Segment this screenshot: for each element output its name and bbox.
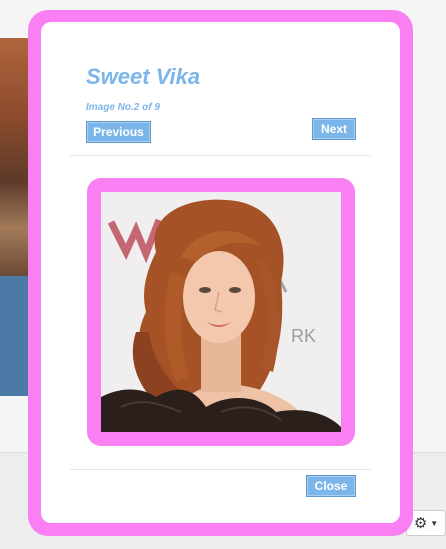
gear-icon: ⚙ bbox=[413, 515, 428, 532]
chevron-down-icon: ▼ bbox=[430, 518, 439, 528]
next-button[interactable]: Next bbox=[312, 118, 356, 140]
footer-divider bbox=[70, 469, 371, 470]
header-divider bbox=[70, 155, 371, 156]
previous-button[interactable]: Previous bbox=[86, 121, 151, 143]
svg-text:RK: RK bbox=[291, 326, 316, 346]
photo-frame: RK bbox=[87, 178, 355, 446]
background-thumbnail bbox=[0, 38, 30, 276]
close-button[interactable]: Close bbox=[306, 475, 356, 497]
modal-title: Sweet Vika bbox=[86, 64, 201, 89]
background-panel bbox=[0, 276, 30, 396]
image-modal: Sweet Vika Image No.2 of 9 Previous Next… bbox=[28, 10, 413, 536]
portrait-photo: RK bbox=[101, 192, 341, 432]
modal-content: Sweet Vika Image No.2 of 9 Previous Next… bbox=[41, 22, 400, 523]
image-counter: Image No.2 of 9 bbox=[86, 102, 160, 113]
